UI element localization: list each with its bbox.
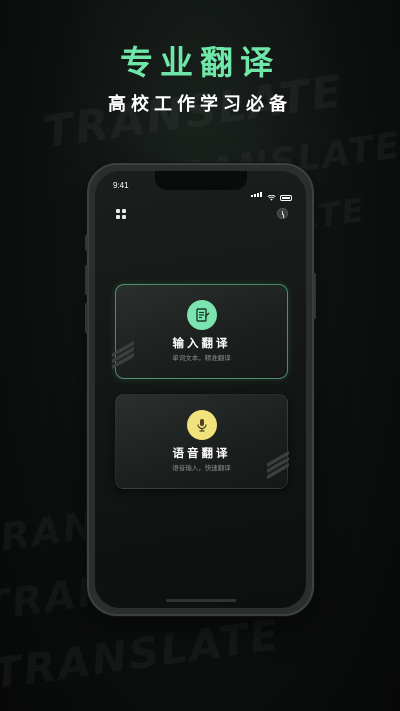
status-icons	[251, 182, 292, 201]
signal-icon	[251, 182, 263, 201]
phone-side-button	[85, 235, 88, 251]
phone-side-button	[85, 265, 88, 295]
status-time: 9:41	[113, 181, 129, 190]
page-subtitle: 高校工作学习必备	[108, 94, 292, 115]
phone-mockup: 9:41 输入翻译 单词文本，精准翻译 语音翻译 语音输入，快速翻译	[85, 163, 316, 616]
phone-side-button	[313, 273, 316, 319]
card-title: 输入翻译	[172, 336, 231, 350]
card-title: 语音翻译	[172, 446, 231, 460]
decorative-stack	[267, 450, 289, 480]
voice-translate-card[interactable]: 语音翻译 语音输入，快速翻译	[115, 394, 289, 489]
notebook-icon	[186, 300, 217, 330]
history-icon[interactable]	[277, 208, 288, 219]
wifi-icon	[267, 195, 276, 201]
phone-side-button	[85, 303, 88, 333]
card-subtitle: 语音输入，快速翻译	[172, 464, 231, 472]
home-indicator	[165, 599, 236, 602]
watermark: TRANSLATE	[0, 610, 283, 699]
phone-screen: 9:41 输入翻译 单词文本，精准翻译 语音翻译 语音输入，快速翻译	[95, 171, 306, 608]
input-translate-card[interactable]: 输入翻译 单词文本，精准翻译	[112, 284, 288, 379]
phone-notch	[154, 171, 247, 190]
page-title: 专业翻译	[120, 43, 280, 82]
card-subtitle: 单词文本，精准翻译	[172, 354, 231, 362]
microphone-icon	[186, 410, 217, 440]
menu-grid-icon[interactable]	[116, 209, 126, 219]
decorative-stack	[112, 340, 134, 370]
battery-icon	[280, 195, 292, 201]
